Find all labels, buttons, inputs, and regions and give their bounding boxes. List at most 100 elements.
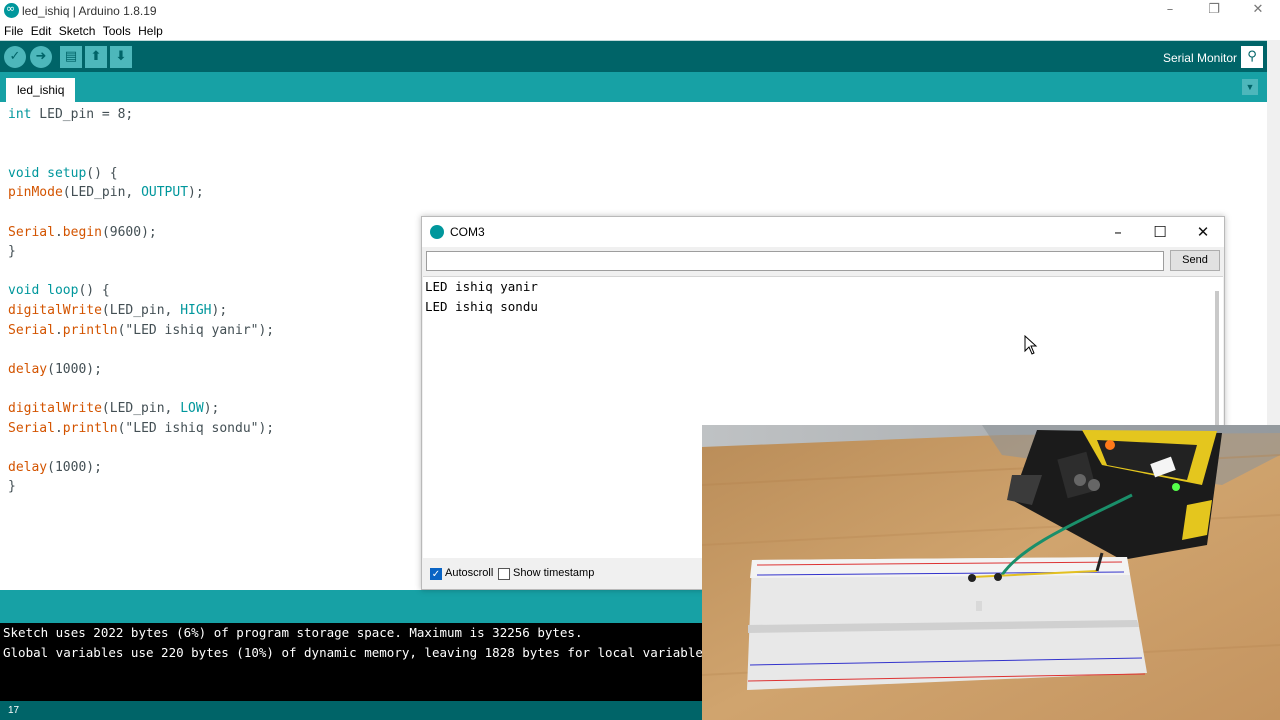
code-token: pinMode [8,185,63,201]
send-button[interactable]: Send [1170,250,1220,271]
restore-icon[interactable]: ❐ [1192,0,1236,22]
code-token: HIGH [180,302,212,318]
code-token: println [62,322,118,338]
magnifier-icon: ⚲ [1247,49,1257,64]
mouse-cursor-icon [1024,335,1038,355]
code-token: int [8,107,32,122]
serial-monitor-title: COM3 [450,225,485,239]
code-token: (9600); [101,224,157,240]
code-line: } [8,242,274,262]
code-token: ("LED ishiq sondu"); [117,420,275,436]
breadboard-photo [702,425,1280,720]
serial-monitor-titlebar[interactable]: COM3 – ☐ ✕ [422,217,1224,247]
code-token: void [8,165,40,181]
upload-button[interactable]: ➜ [30,46,52,68]
console-line: Global variables use 220 bytes (10%) of … [3,645,702,660]
code-line: Serial.println("LED ishiq yanir"); [8,321,274,341]
serial-output-line: LED ishiq sondu [425,299,538,314]
serial-output-line: LED ishiq yanir [425,279,538,294]
code-line: } [8,477,274,497]
menu-file[interactable]: File [0,22,23,38]
code-token: () { [86,165,118,181]
code-token: digitalWrite [8,400,102,416]
code-line: Serial.println("LED ishiq sondu"); [8,419,274,439]
code-token: . [54,224,63,240]
code-token: . [54,420,63,436]
code-token: println [62,420,118,436]
arduino-logo-icon [4,2,19,18]
minimize-icon[interactable]: – [1148,0,1192,22]
code-token: Serial [8,322,55,338]
code-token: (1000); [47,361,102,377]
code-line: void loop() { [8,281,274,301]
chevron-down-icon: ▼ [1245,82,1255,92]
open-button[interactable]: ⬆ [85,46,107,68]
console-header [0,590,702,623]
breadboard [747,557,1147,690]
line-number: 17 [8,705,20,716]
title-bar: led_ishiq | Arduino 1.8.19 – ❐ ✕ [0,0,1280,22]
code-token: () { [78,283,110,299]
show-timestamp-checkbox[interactable] [498,568,510,580]
minimize-icon[interactable]: – [1103,221,1133,243]
toolbar: ✓ ➜ ▤ ⬆ ⬇ Serial Monitor ⚲ [0,40,1267,72]
arrow-up-icon: ⬆ [90,49,102,64]
close-icon[interactable]: ✕ [1236,0,1280,22]
close-icon[interactable]: ✕ [1188,221,1218,243]
code-token: . [54,322,63,338]
tab-bar: led_ishiq ▼ [0,72,1267,102]
code-token: ); [188,185,204,201]
menu-help[interactable]: Help [134,22,163,38]
code-line: digitalWrite(LED_pin, HIGH); [8,301,274,321]
code-text: int LED_pin = 8; void setup() {pinMode(LE… [8,105,274,497]
new-file-icon: ▤ [64,49,78,64]
code-token: loop [47,283,79,299]
menu-bar: File Edit Sketch Tools Help [0,22,1280,40]
code-token: void [8,283,40,299]
save-button[interactable]: ⬇ [110,46,132,68]
window-title: led_ishiq | Arduino 1.8.19 [22,4,157,18]
serial-monitor-button[interactable]: ⚲ [1241,46,1263,68]
status-bar: 17 [0,701,702,720]
code-token: digitalWrite [8,302,102,318]
code-token: begin [62,224,102,240]
tab-menu-button[interactable]: ▼ [1242,79,1258,95]
code-line: Serial.begin(9600); [8,223,274,243]
code-line: pinMode(LED_pin, OUTPUT); [8,183,274,203]
editor-scrollbar[interactable] [1267,40,1280,425]
code-token: delay [8,361,48,377]
verify-button[interactable]: ✓ [4,46,26,68]
show-timestamp-label: Show timestamp [513,567,595,579]
code-token: ("LED ishiq yanir"); [117,322,275,338]
webcam-overlay [702,425,1280,720]
console-output: Sketch uses 2022 bytes (6%) of program s… [0,623,702,701]
code-token: } [8,244,16,260]
code-line: int LED_pin = 8; [8,105,274,125]
new-sketch-button[interactable]: ▤ [60,46,82,68]
code-line: delay(1000); [8,360,274,380]
code-token: Serial [8,224,55,240]
maximize-icon[interactable]: ☐ [1145,221,1175,243]
arrow-right-icon: ➜ [35,49,47,64]
menu-edit[interactable]: Edit [27,22,52,38]
code-token: (LED_pin, [62,185,142,201]
code-token: ); [211,302,228,318]
tab-led-ishiq[interactable]: led_ishiq [6,78,76,102]
autoscroll-checkbox[interactable]: ✓ [430,568,442,580]
code-line: digitalWrite(LED_pin, LOW); [8,399,274,419]
menu-tools[interactable]: Tools [99,22,131,38]
code-token: delay [8,459,48,475]
code-token: LOW [180,400,204,416]
serial-input[interactable] [426,251,1164,271]
code-token: ); [203,400,220,416]
serial-monitor-label: Serial Monitor [1162,51,1237,65]
menu-sketch[interactable]: Sketch [55,22,96,38]
arduino-logo-icon [430,225,444,239]
